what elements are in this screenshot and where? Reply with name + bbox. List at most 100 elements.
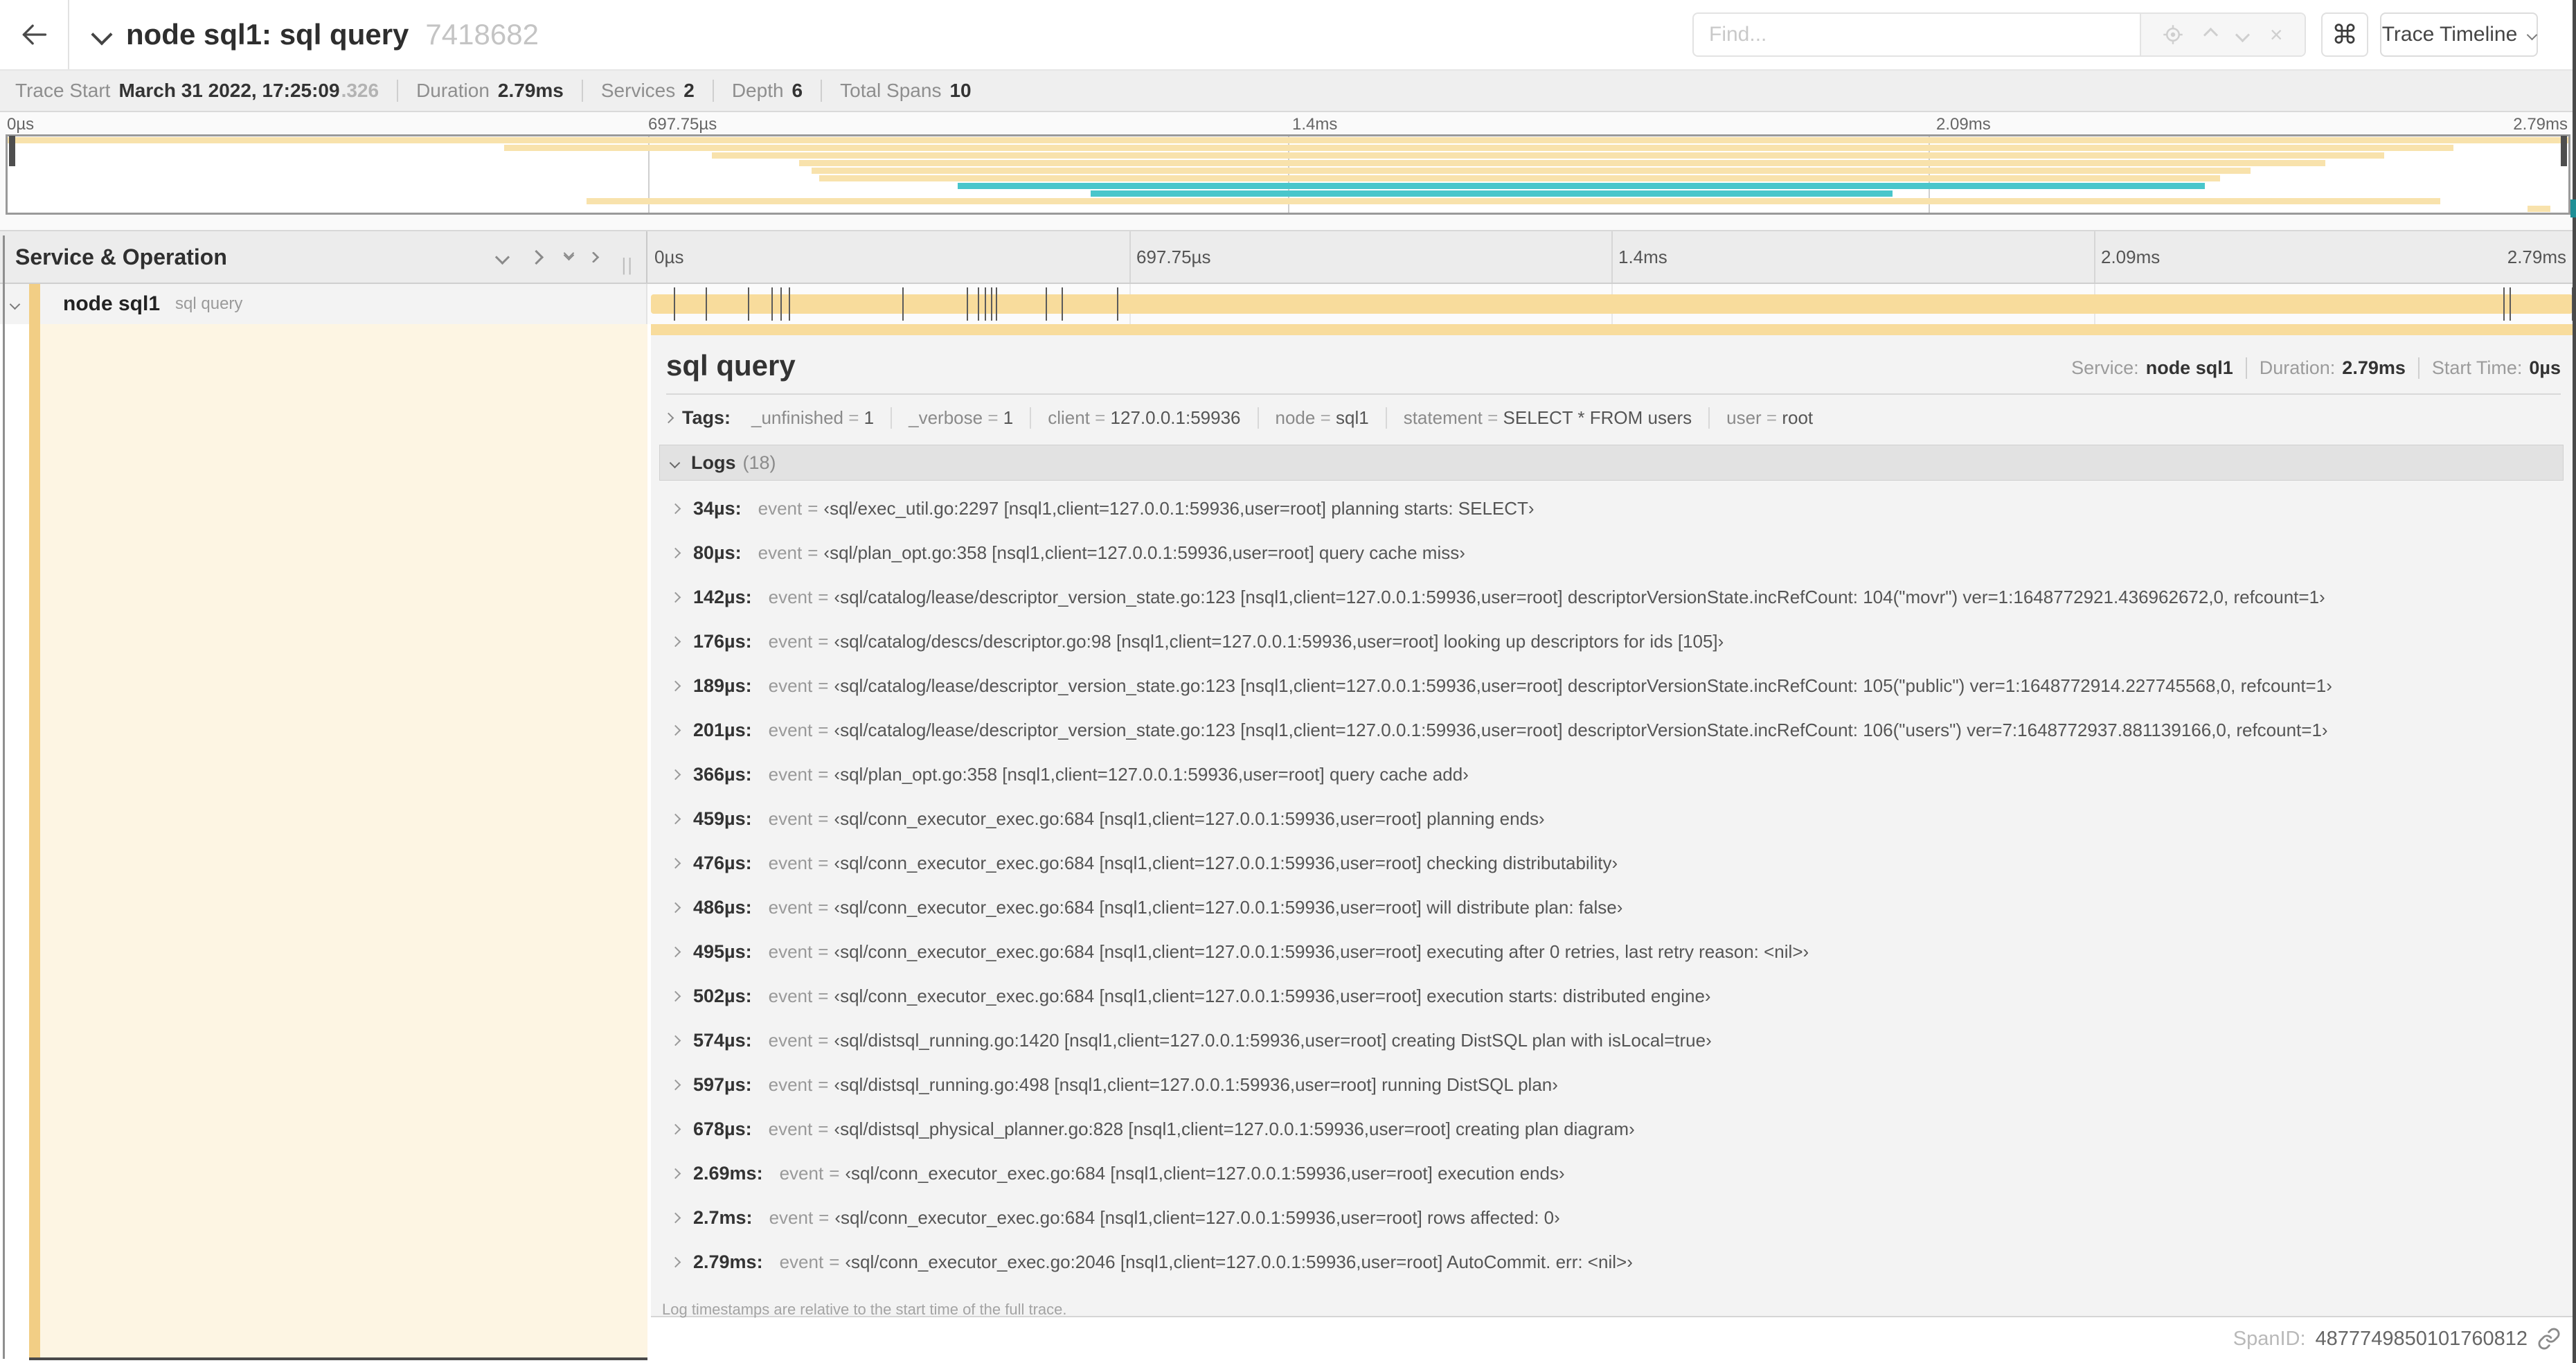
collapse-controls (494, 231, 600, 283)
info-total-spans: Total Spans 10 (821, 80, 989, 102)
log-expand-icon[interactable] (670, 636, 681, 647)
collapse-one-icon[interactable] (494, 249, 510, 265)
trace-timeline-page: node sql1: sql query 7418682 × ⌘ Trace T… (0, 0, 2576, 1363)
log-row[interactable]: 142µs: event = ‹sql/catalog/lease/descripto… (659, 575, 2564, 619)
divider (666, 393, 2561, 395)
logs-collapse-icon[interactable] (669, 457, 681, 468)
info-value: 2 (683, 80, 695, 101)
tick-label: 2.79ms (2513, 115, 2568, 134)
tags-expand-icon[interactable] (663, 412, 674, 424)
log-row[interactable]: 2.79ms: event = ‹sql/conn_executor_exec.go:… (659, 1240, 2564, 1284)
view-selector-button[interactable]: Trace Timeline (2380, 12, 2538, 57)
tick-label: 697.75µs (648, 115, 717, 134)
log-expand-icon[interactable] (670, 503, 681, 514)
tags-row[interactable]: Tags: _unfinished = 1 _verbose = 1 client … (661, 407, 2561, 429)
span-name-column[interactable]: node sql1 sql query (0, 284, 647, 324)
span-collapse-icon[interactable] (9, 299, 21, 310)
log-row[interactable]: 574µs: event = ‹sql/distsql_running.go:1420… (659, 1018, 2564, 1062)
log-row[interactable]: 189µs: event = ‹sql/catalog/lease/descripto… (659, 663, 2564, 708)
scrubber-left-handle[interactable] (9, 136, 15, 166)
find-clear-icon[interactable]: × (2270, 24, 2283, 46)
log-row[interactable]: 476µs: event = ‹sql/conn_executor_exec.go:6… (659, 841, 2564, 885)
log-row[interactable]: 2.69ms: event = ‹sql/conn_executor_exec.go:… (659, 1151, 2564, 1195)
log-row[interactable]: 597µs: event = ‹sql/distsql_running.go:498 … (659, 1062, 2564, 1107)
log-expand-icon[interactable] (670, 547, 681, 558)
column-resizer[interactable]: || (621, 254, 634, 276)
minimap-canvas[interactable] (6, 134, 2570, 215)
log-expand-icon[interactable] (670, 1123, 681, 1134)
log-row[interactable]: 495µs: event = ‹sql/conn_executor_exec.go:6… (659, 929, 2564, 974)
meta-label: Duration: (2259, 357, 2336, 378)
tick-label: 0µs (654, 247, 684, 267)
log-row[interactable]: 176µs: event = ‹sql/catalog/descs/descripto… (659, 619, 2564, 663)
log-row[interactable]: 459µs: event = ‹sql/conn_executor_exec.go:6… (659, 796, 2564, 841)
timeline-gridline (1611, 231, 1613, 283)
minimap-span-bar-row (8, 136, 2568, 144)
logs-footnote: Log timestamps are relative to the start… (662, 1301, 1067, 1318)
log-row[interactable]: 678µs: event = ‹sql/distsql_physical_planne… (659, 1107, 2564, 1151)
log-expand-icon[interactable] (670, 1168, 681, 1179)
log-expand-icon[interactable] (670, 1212, 681, 1223)
span-timeline-cell[interactable] (647, 284, 2576, 324)
trace-minimap[interactable]: 0µs 697.75µs 1.4ms 2.09ms 2.79ms (0, 112, 2576, 230)
log-event-tick (771, 287, 773, 321)
info-label: Trace Start (15, 80, 111, 101)
window-right-edge-teal-fragment (2570, 199, 2576, 217)
log-expand-icon[interactable] (670, 813, 681, 824)
meta-label: Service: (2071, 357, 2139, 378)
info-trace-start: Trace Start March 31 2022, 17:25:09.326 (15, 80, 397, 102)
log-expand-icon[interactable] (670, 680, 681, 691)
log-event-tick (991, 287, 993, 321)
tags-label: Tags: (682, 407, 731, 428)
span-detail-title: sql query (666, 349, 796, 382)
log-expand-icon[interactable] (670, 724, 681, 736)
collapse-all-icon[interactable] (563, 247, 575, 261)
log-expand-icon[interactable] (670, 769, 681, 780)
meta-value: 2.79ms (2342, 357, 2406, 378)
log-row[interactable]: 2.7ms: event = ‹sql/conn_executor_exec.go:6… (659, 1195, 2564, 1240)
log-expand-icon[interactable] (670, 990, 681, 1001)
find-next-icon[interactable] (2235, 27, 2251, 42)
log-row[interactable]: 201µs: event = ‹sql/catalog/lease/descripto… (659, 708, 2564, 752)
info-depth: Depth 6 (712, 80, 821, 102)
command-icon: ⌘ (2332, 20, 2358, 50)
span-id-label: SpanID: (2233, 1327, 2306, 1350)
back-button[interactable] (0, 0, 69, 69)
log-expand-icon[interactable] (670, 946, 681, 957)
log-expand-icon[interactable] (670, 1079, 681, 1090)
find-prev-icon[interactable] (2203, 27, 2219, 42)
logs-list: 34µs: event = ‹sql/exec_util.go:2297 [nsql1… (659, 486, 2564, 1284)
locate-icon[interactable] (2163, 24, 2183, 45)
info-label: Total Spans (840, 80, 942, 101)
info-value: 6 (791, 80, 803, 101)
expand-one-icon[interactable] (528, 249, 544, 265)
tag-item: _unfinished = 1 (751, 407, 875, 428)
log-expand-icon[interactable] (670, 857, 681, 868)
log-row[interactable]: 366µs: event = ‹sql/plan_opt.go:358 [nsql1,… (659, 752, 2564, 796)
expand-all-icon[interactable] (587, 251, 600, 262)
meta-value: node sql1 (2145, 357, 2233, 378)
page-title: node sql1: sql query (126, 18, 409, 51)
info-label: Duration (416, 80, 490, 101)
keyboard-shortcuts-button[interactable]: ⌘ (2321, 12, 2368, 57)
chevron-down-icon[interactable] (91, 24, 113, 46)
minimap-span-bar-row (8, 144, 2568, 152)
tick-label: 697.75µs (1136, 247, 1211, 267)
logs-header[interactable]: Logs (18) (659, 445, 2564, 481)
log-row[interactable]: 34µs: event = ‹sql/exec_util.go:2297 [nsql1… (659, 486, 2564, 531)
deep-link-icon[interactable] (2537, 1327, 2561, 1351)
timeline-gridline (1129, 231, 1131, 283)
log-expand-icon[interactable] (670, 902, 681, 913)
log-expand-icon[interactable] (670, 1035, 681, 1046)
log-row[interactable]: 502µs: event = ‹sql/conn_executor_exec.go:6… (659, 974, 2564, 1018)
log-row[interactable]: 80µs: event = ‹sql/plan_opt.go:358 [nsql1,c… (659, 531, 2564, 575)
log-expand-icon[interactable] (670, 591, 681, 603)
log-expand-icon[interactable] (670, 1256, 681, 1267)
tick-label: 1.4ms (1292, 115, 1338, 134)
find-input[interactable] (1694, 14, 2140, 55)
span-id-line: SpanID: 4877749850101760812 (2233, 1327, 2561, 1351)
scrubber-right-handle[interactable] (2561, 136, 2567, 166)
log-row[interactable]: 486µs: event = ‹sql/conn_executor_exec.go:6… (659, 885, 2564, 929)
timeline-header: 0µs 697.75µs 1.4ms 2.09ms 2.79ms (647, 231, 2576, 283)
span-row[interactable]: node sql1 sql query (0, 284, 2576, 324)
